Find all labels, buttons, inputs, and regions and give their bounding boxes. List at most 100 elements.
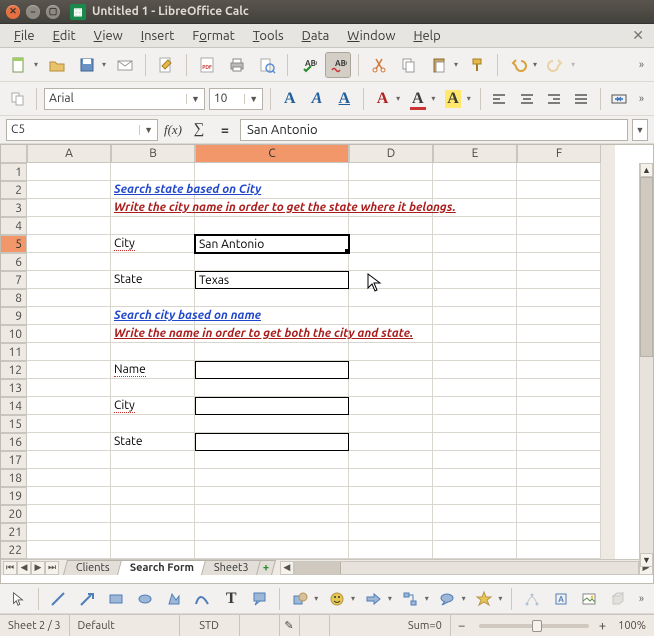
cell-F21[interactable] [517,523,601,541]
cell-F13[interactable] [517,379,601,397]
flowchart-button[interactable] [398,586,423,612]
cell-B22[interactable] [111,541,195,559]
rectangle-tool-button[interactable] [103,586,128,612]
col-header-D[interactable]: D [349,145,433,163]
cut-button[interactable] [366,52,392,78]
function-wizard-button[interactable]: f(x) [162,119,184,141]
cell-D8[interactable] [349,289,433,307]
cell-C13[interactable] [195,379,349,397]
cell-D15[interactable] [349,415,433,433]
cell-E10[interactable] [433,325,517,343]
row-header-12[interactable]: 12 [1,361,27,379]
cell-A14[interactable] [27,397,111,415]
cell-C21[interactable] [195,523,349,541]
paste-button[interactable] [426,52,452,78]
cell-B8[interactable] [111,289,195,307]
from-file-button[interactable] [577,586,602,612]
cell-D1[interactable] [349,163,433,181]
window-close-button[interactable]: ✕ [6,5,20,19]
cell-B20[interactable] [111,505,195,523]
row-header-2[interactable]: 2 [1,181,27,199]
cell-A8[interactable] [27,289,111,307]
cell-B9[interactable]: Search city based on name [111,307,195,325]
cell-E22[interactable] [433,541,517,559]
cell-C14[interactable] [195,397,349,415]
stars-button[interactable] [472,586,497,612]
cell-E7[interactable] [433,271,517,289]
zoom-percent[interactable]: 100% [610,615,654,636]
formula-expand-button[interactable]: ▼ [632,119,648,141]
align-center-button[interactable] [515,86,538,112]
menu-help[interactable]: Help [405,26,448,46]
clone-format-button[interactable] [464,52,490,78]
symbol-shapes-button[interactable] [324,586,349,612]
cell-C11[interactable] [195,343,349,361]
menu-view[interactable]: View [86,26,131,46]
cell-C6[interactable] [195,253,349,271]
menu-data[interactable]: Data [294,26,338,46]
cell-A19[interactable] [27,487,111,505]
row-header-14[interactable]: 14 [1,397,27,415]
cell-D13[interactable] [349,379,433,397]
cell-D14[interactable] [349,397,433,415]
cell-F22[interactable] [517,541,601,559]
cell-D22[interactable] [349,541,433,559]
cell-B11[interactable] [111,343,195,361]
cell-D9[interactable] [349,307,433,325]
cell-C1[interactable] [195,163,349,181]
col-header-F[interactable]: F [517,145,601,163]
font-size-combo[interactable]: 10▼ [209,88,263,110]
cell-C20[interactable] [195,505,349,523]
print-button[interactable] [224,52,250,78]
cell-A16[interactable] [27,433,111,451]
text-tool-button[interactable]: T [219,586,244,612]
menu-file[interactable]: File [6,26,43,46]
row-header-22[interactable]: 22 [1,541,27,559]
basic-shapes-button[interactable] [287,586,312,612]
scroll-left-button[interactable]: ◀ [280,561,294,575]
row-header-19[interactable]: 19 [1,487,27,505]
zoom-out-button[interactable]: − [451,615,473,636]
cell-D19[interactable] [349,487,433,505]
cell-C19[interactable] [195,487,349,505]
cell-C7[interactable]: Texas [195,271,349,289]
function-equals-button[interactable]: = [214,119,236,141]
line-tool-button[interactable] [46,586,71,612]
window-maximize-button[interactable]: ▢ [46,5,60,19]
cell-E11[interactable] [433,343,517,361]
cell-B6[interactable] [111,253,195,271]
row-header-5[interactable]: 5 [1,235,27,253]
cell-F12[interactable] [517,361,601,379]
col-header-A[interactable]: A [27,145,111,163]
cell-C22[interactable] [195,541,349,559]
menu-edit[interactable]: Edit [45,26,84,46]
save-button[interactable] [74,52,100,78]
polygon-tool-button[interactable] [161,586,186,612]
cell-B3[interactable]: Write the city name in order to get the … [111,199,195,217]
cell-B1[interactable] [111,163,195,181]
scroll-down-button[interactable]: ▼ [640,553,653,567]
cell-E8[interactable] [433,289,517,307]
cell-F10[interactable] [517,325,601,343]
cell-B19[interactable] [111,487,195,505]
cell-F6[interactable] [517,253,601,271]
bold-button[interactable]: A [278,86,301,112]
cell-F18[interactable] [517,469,601,487]
merge-cells-button[interactable] [608,86,631,112]
font-color-button[interactable]: A [371,86,394,112]
cell-C8[interactable] [195,289,349,307]
cell-E21[interactable] [433,523,517,541]
underline-button[interactable]: A [333,86,356,112]
cell-B13[interactable] [111,379,195,397]
cell-A4[interactable] [27,217,111,235]
italic-button[interactable]: A [305,86,328,112]
cell-D12[interactable] [349,361,433,379]
col-header-C[interactable]: C [195,145,349,163]
extrusion-button[interactable] [606,586,631,612]
font-name-combo[interactable]: Arial▼ [44,88,205,110]
row-header-18[interactable]: 18 [1,469,27,487]
cell-C12[interactable] [195,361,349,379]
points-button[interactable] [519,586,544,612]
status-insert-mode[interactable]: STD [180,615,240,636]
cell-A5[interactable] [27,235,111,253]
